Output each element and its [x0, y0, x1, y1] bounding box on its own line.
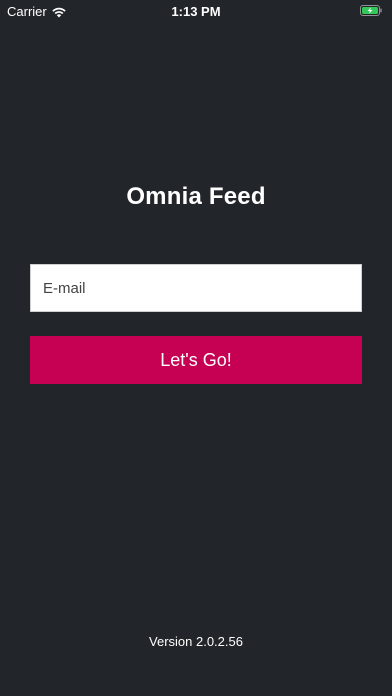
app-title: Omnia Feed [126, 183, 266, 210]
version-label: Version 2.0.2.56 [149, 634, 243, 649]
email-field[interactable] [30, 264, 362, 312]
lets-go-button[interactable]: Let's Go! [30, 336, 362, 384]
status-bar: Carrier 1:13 PM [0, 0, 392, 22]
battery-charging-icon [360, 5, 382, 16]
status-time: 1:13 PM [171, 4, 221, 19]
